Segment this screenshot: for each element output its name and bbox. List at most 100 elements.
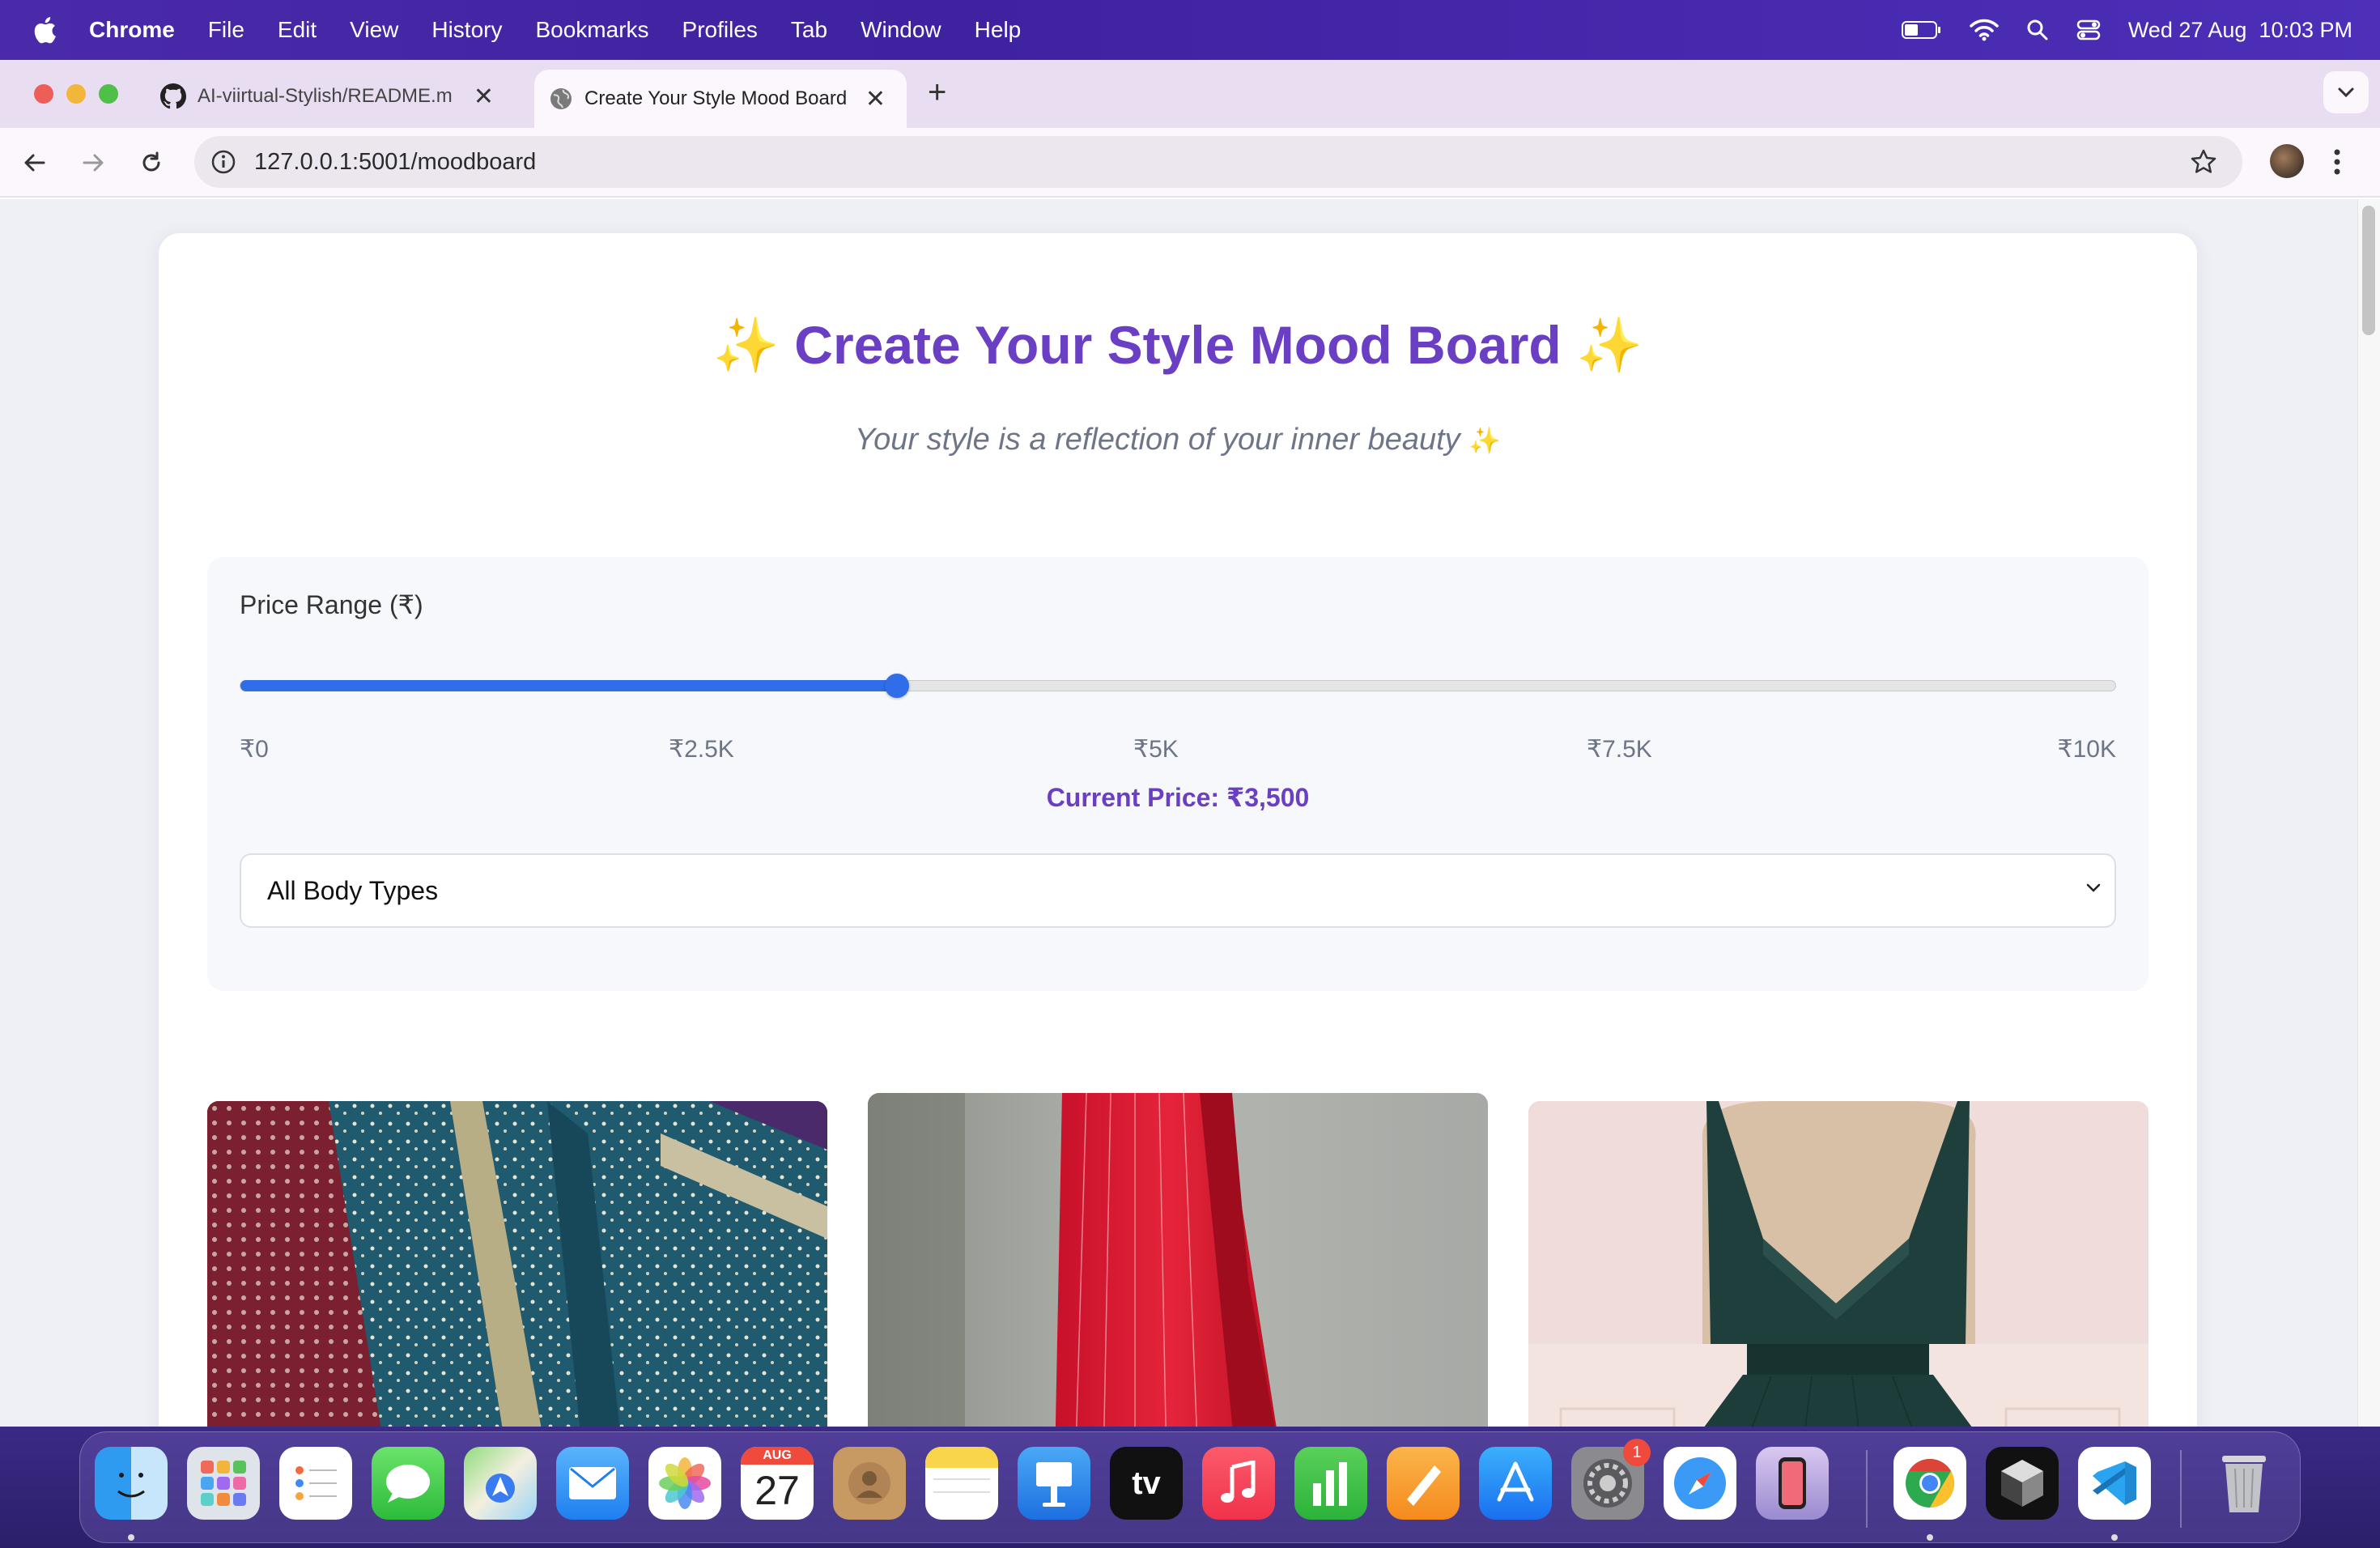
- battery-icon[interactable]: [1901, 20, 1942, 40]
- tab-title-readme: AI-viirtual-Stylish/README.m: [198, 85, 453, 107]
- numbers-icon[interactable]: [1294, 1447, 1367, 1520]
- close-tab-icon[interactable]: ✕: [865, 85, 886, 113]
- page-viewport: ✨ Create Your Style Mood Board ✨ Your st…: [0, 199, 2380, 1427]
- mail-icon[interactable]: [556, 1447, 629, 1520]
- page-title-text: Create Your Style Mood Board: [794, 315, 1562, 375]
- app-store-icon[interactable]: [1479, 1447, 1552, 1520]
- numbers-bars-icon: [1313, 1462, 1347, 1506]
- price-tick: ₹2.5K: [669, 736, 734, 763]
- reload-button[interactable]: [133, 144, 170, 181]
- control-center-icon[interactable]: [2076, 19, 2101, 41]
- iphone-mirroring-icon[interactable]: [1756, 1447, 1829, 1520]
- safari-icon[interactable]: [1664, 1447, 1736, 1520]
- menu-view[interactable]: View: [350, 17, 398, 43]
- pencil-icon: [1407, 1465, 1441, 1506]
- green-dress-photo: [1528, 1101, 2148, 1427]
- chrome-icon[interactable]: [1893, 1447, 1966, 1520]
- contacts-icon[interactable]: [833, 1447, 906, 1520]
- finder-icon[interactable]: [95, 1447, 168, 1520]
- keynote-podium-icon: [1036, 1462, 1072, 1507]
- chrome-logo-icon: [1906, 1459, 1955, 1508]
- menu-history[interactable]: History: [431, 17, 502, 43]
- slider-fill: [240, 680, 897, 691]
- messages-icon[interactable]: [372, 1447, 444, 1520]
- tab-moodboard[interactable]: Create Your Style Mood Board ✕: [534, 70, 907, 128]
- sparkle-icon: ✨: [1576, 315, 1643, 375]
- browser-window: AI-viirtual-Stylish/README.m ✕ Create Yo…: [0, 60, 2380, 1427]
- calendar-icon[interactable]: AUG 27: [741, 1447, 814, 1520]
- pages-icon[interactable]: [1387, 1447, 1460, 1520]
- apple-menu-icon[interactable]: [32, 16, 57, 44]
- menu-window[interactable]: Window: [861, 17, 941, 43]
- url-text[interactable]: 127.0.0.1:5001/moodboard: [254, 149, 536, 176]
- outfit-image-green-dress[interactable]: [1528, 1101, 2148, 1427]
- more-menu-icon[interactable]: [2333, 146, 2341, 178]
- reminders-icon[interactable]: [279, 1447, 352, 1520]
- menu-tab[interactable]: Tab: [791, 17, 827, 43]
- menu-edit[interactable]: Edit: [278, 17, 317, 43]
- page-subtitle: Your style is a reflection of your inner…: [159, 423, 2197, 457]
- vscode-logo-icon: [2093, 1461, 2136, 1505]
- notes-icon[interactable]: [925, 1447, 998, 1520]
- close-tab-icon[interactable]: ✕: [474, 83, 494, 111]
- bookmark-star-icon[interactable]: [2189, 147, 2218, 176]
- wifi-icon[interactable]: [1970, 19, 1999, 41]
- iphone-icon: [1779, 1457, 1806, 1509]
- spotlight-search-icon[interactable]: [2026, 19, 2049, 41]
- new-tab-icon[interactable]: +: [928, 74, 946, 111]
- slider-thumb[interactable]: [884, 674, 909, 698]
- page-scrollbar[interactable]: [2357, 199, 2380, 1427]
- zoom-window-button[interactable]: [99, 84, 118, 104]
- menu-app-name[interactable]: Chrome: [89, 17, 175, 43]
- menu-help[interactable]: Help: [975, 17, 1022, 43]
- music-note-icon: [1221, 1461, 1256, 1503]
- page-title: ✨ Create Your Style Mood Board ✨: [159, 314, 2197, 377]
- profile-avatar[interactable]: [2270, 144, 2304, 178]
- price-tick: ₹10K: [2057, 736, 2116, 763]
- price-range-slider[interactable]: [240, 674, 2116, 698]
- tab-search-button[interactable]: [2323, 71, 2369, 113]
- notification-badge: 1: [1623, 1439, 1651, 1466]
- outfit-image-blue-saree[interactable]: [207, 1101, 827, 1427]
- address-bar[interactable]: 127.0.0.1:5001/moodboard: [194, 136, 2242, 188]
- launchpad-icon[interactable]: [187, 1447, 260, 1520]
- tv-icon[interactable]: tv: [1110, 1447, 1183, 1520]
- current-price: Current Price: ₹3,500: [1046, 783, 1310, 812]
- menu-bookmarks[interactable]: Bookmarks: [535, 17, 648, 43]
- calendar-month: AUG: [741, 1447, 814, 1465]
- photos-icon[interactable]: [648, 1447, 721, 1520]
- scrollbar-thumb[interactable]: [2362, 206, 2375, 335]
- close-window-button[interactable]: [34, 84, 53, 104]
- photos-flower-icon: [659, 1457, 711, 1509]
- globe-icon: [550, 88, 572, 109]
- filters-panel: Price Range (₹) ₹0 ₹2.5K ₹5K ₹7.5K ₹10K …: [207, 557, 2148, 991]
- compass-icon: [1674, 1457, 1726, 1509]
- outfit-image-red-saree[interactable]: [868, 1093, 1488, 1427]
- chevron-down-icon: [2086, 883, 2101, 892]
- tab-title-moodboard: Create Your Style Mood Board: [584, 87, 848, 109]
- clock[interactable]: Wed 27 Aug 10:03 PM: [2128, 18, 2352, 43]
- reminders-list-icon: [295, 1466, 337, 1500]
- system-settings-icon[interactable]: 1: [1571, 1439, 1651, 1520]
- menu-file[interactable]: File: [208, 17, 244, 43]
- music-icon[interactable]: [1202, 1447, 1275, 1520]
- running-indicator: [128, 1534, 134, 1541]
- forward-button[interactable]: [74, 144, 112, 181]
- tab-strip: AI-viirtual-Stylish/README.m ✕ Create Yo…: [0, 60, 2380, 128]
- chevron-down-icon: [2338, 87, 2354, 98]
- body-type-select[interactable]: All Body Types: [240, 853, 2116, 928]
- finder-face-icon: [117, 1473, 145, 1498]
- dock-separator: [2180, 1450, 2182, 1528]
- back-button[interactable]: [16, 144, 53, 181]
- maps-icon[interactable]: [464, 1447, 537, 1520]
- menu-bar: Chrome File Edit View History Bookmarks …: [0, 0, 2380, 60]
- minimize-window-button[interactable]: [66, 84, 86, 104]
- price-tick: ₹5K: [1133, 736, 1179, 763]
- menu-profiles[interactable]: Profiles: [682, 17, 758, 43]
- vscode-icon[interactable]: [2078, 1447, 2151, 1520]
- site-info-icon[interactable]: [210, 149, 236, 175]
- trash-icon[interactable]: [2208, 1447, 2280, 1520]
- cursor-app-icon[interactable]: [1986, 1447, 2059, 1520]
- keynote-icon[interactable]: [1018, 1447, 1090, 1520]
- tab-readme[interactable]: AI-viirtual-Stylish/README.m ✕: [151, 70, 515, 123]
